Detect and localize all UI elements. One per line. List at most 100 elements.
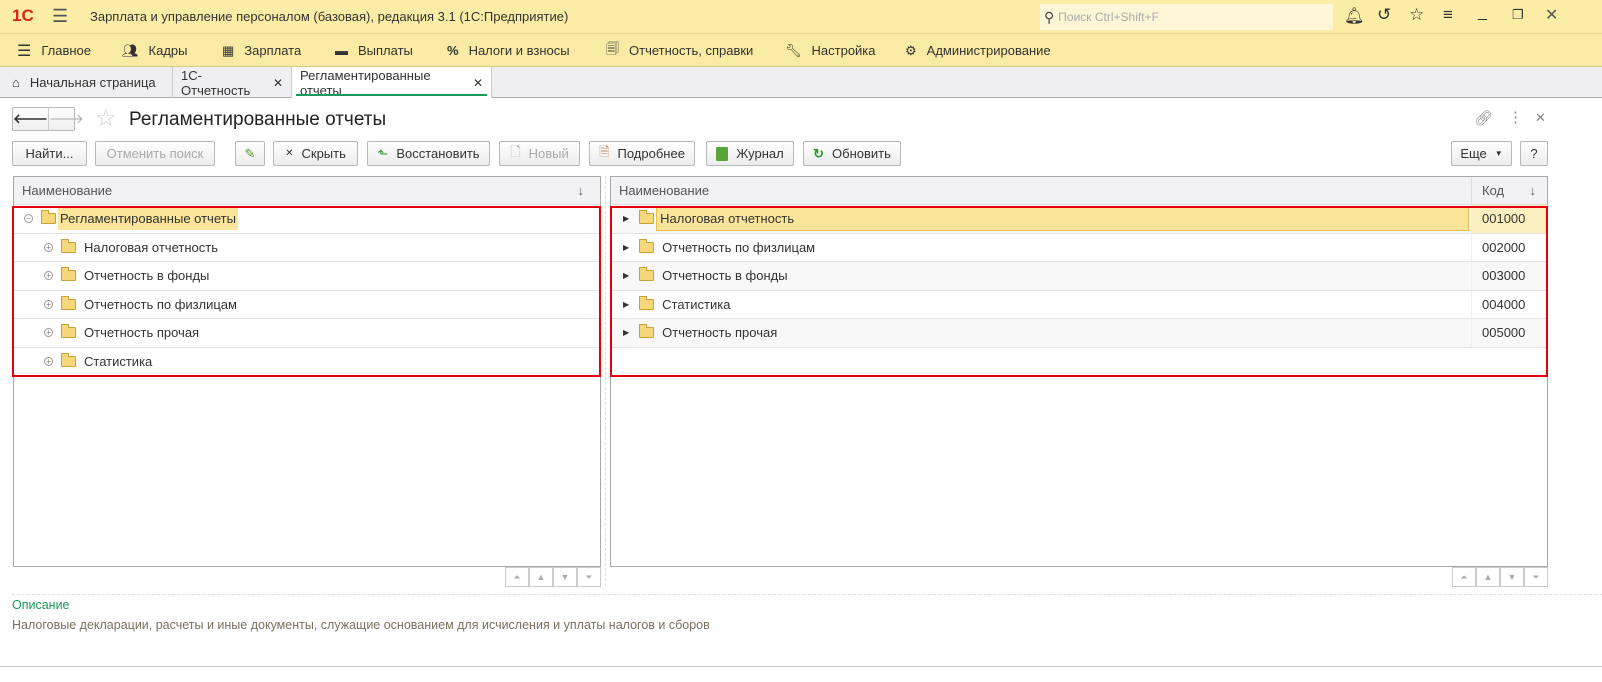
section-admin[interactable]: ⚙ Администрирование [905,34,1051,67]
edit-button[interactable]: ✎ [235,141,265,166]
sort-arrow-icon[interactable]: ↓ [578,183,585,198]
search-icon: ⚲ [1044,8,1055,25]
folder-icon [61,324,76,339]
list-row[interactable]: ▶ Налоговая отчетность 001000 [611,205,1548,234]
row-name: Налоговая отчетность [656,206,1470,232]
tab-1c-reporting[interactable]: 1С-Отчетность ✕ [173,67,292,98]
list-header: Наименование Код ↓ [611,177,1547,205]
bell-icon[interactable]: 🔔︎ [1344,6,1364,26]
close-tab-icon[interactable]: ✕ [473,76,483,90]
find-button[interactable]: Найти... [12,141,87,166]
list-row[interactable]: ▶ Отчетность по физлицам 002000 [611,233,1547,262]
expand-icon[interactable]: + [44,357,53,367]
close-window-icon[interactable]: ✕ [1545,5,1558,25]
expand-icon[interactable]: + [44,328,53,338]
x-icon: ✕ [285,148,294,159]
collapse-icon[interactable]: − [24,214,33,224]
tree-root[interactable]: − Регламентированные отчеты [14,205,600,234]
report-icon: 🗐︎ [606,40,619,56]
scroll-bottom-icon[interactable]: ⏷ [1524,567,1548,587]
cancel-search-button[interactable]: Отменить поиск [95,141,215,166]
gear-icon: ⚙ [905,42,917,58]
tree-item[interactable]: + Отчетность в фонды [14,262,600,291]
folder-icon [61,353,76,368]
description-text: Налоговые декларации, расчеты и иные док… [12,618,710,632]
restore-button[interactable]: ⬑ Восстановить [367,141,490,166]
new-button[interactable]: 🗋 Новый [499,141,580,166]
scroll-down-icon[interactable]: ▼ [1500,567,1524,587]
sort-arrow-icon: ↓ [1529,183,1537,198]
scroll-top-icon[interactable]: ⏶ [505,567,529,587]
tab-regulated-reports[interactable]: Регламентированные отчеты ✕ [292,67,492,98]
minimize-icon[interactable]: _ [1478,4,1487,22]
1c-logo: 1С [12,6,34,25]
tree-item[interactable]: + Отчетность прочая [14,319,600,348]
section-taxes[interactable]: % Налоги и взносы [447,34,570,67]
close-tab-icon[interactable]: ✕ [273,76,283,90]
row-code: 005000 [1471,319,1548,347]
tab-bar: ⌂ Начальная страница 1С-Отчетность ✕ Регла… [0,67,1602,98]
expand-icon[interactable]: + [44,242,53,252]
expand-triangle-icon[interactable]: ▶ [623,271,629,280]
expand-triangle-icon[interactable]: ▶ [623,243,629,252]
splitter[interactable] [605,176,606,586]
refresh-button[interactable]: ↻ Обновить [803,141,901,166]
section-salary[interactable]: ▦ Зарплата [222,34,301,67]
journal-icon [716,146,729,161]
home-icon: ⌂ [12,75,20,90]
scroll-up-icon[interactable]: ▲ [1476,567,1500,587]
hide-button[interactable]: ✕ Скрыть [273,141,358,166]
restore-window-icon[interactable]: ❐ [1512,7,1524,23]
expand-icon[interactable]: + [44,271,53,281]
link-icon[interactable]: 🔗︎ [1474,109,1493,127]
scroll-top-icon[interactable]: ⏶ [1452,567,1476,587]
details-button[interactable]: 🗎 Подробнее [589,141,695,166]
tree-header[interactable]: Наименование ↓ [14,177,600,205]
tab-home[interactable]: ⌂ Начальная страница [0,67,173,98]
expand-triangle-icon[interactable]: ▶ [623,300,629,309]
people-icon: 👥︎ [122,42,139,58]
more-button[interactable]: Еще ▼ [1451,141,1512,166]
scroll-up-icon[interactable]: ▲ [529,567,553,587]
list-row[interactable]: ▶ Статистика 004000 [611,290,1547,319]
list-row[interactable]: ▶ Отчетность в фонды 003000 [611,262,1547,291]
scroll-down-icon[interactable]: ▼ [553,567,577,587]
forward-arrow-icon[interactable]: 🡒 [49,108,84,130]
more-actions-icon[interactable]: ⋮ [1508,108,1523,126]
menu-icon: ☰ [17,42,32,60]
description-label: Описание [12,598,70,612]
tree-item[interactable]: + Отчетность по физлицам [14,291,600,319]
column-code-header[interactable]: Код ↓ [1471,177,1548,204]
journal-button[interactable]: Журнал [706,141,794,166]
expand-triangle-icon[interactable]: ▶ [623,214,629,223]
section-settings[interactable]: 🔧︎ Настройка [785,34,876,67]
page-title: Регламентированные отчеты [129,109,387,130]
expand-icon[interactable]: + [44,299,53,309]
scroll-bottom-icon[interactable]: ⏷ [577,567,601,587]
back-arrow-icon[interactable]: 🡐 [13,108,49,130]
list-row[interactable]: ▶ Отчетность прочая 005000 [611,319,1547,348]
column-name-header[interactable]: Наименование [619,183,709,198]
help-button[interactable]: ? [1520,141,1548,166]
star-icon[interactable]: ☆ [1409,5,1424,25]
settings-menu-icon[interactable]: ≡ [1443,5,1453,25]
tree-item[interactable]: + Статистика [14,348,600,377]
sections-bar: ☰ Главное 👥︎ Кадры ▦ Зарплата ▬ Выплаты % Нал… [0,34,1602,67]
history-icon[interactable]: ↺ [1377,5,1391,25]
section-main[interactable]: ☰ Главное [17,34,91,67]
folder-icon [639,210,655,225]
section-payments[interactable]: ▬ Выплаты [335,34,413,67]
section-reports[interactable]: 🗐︎ Отчетность, справки [606,34,753,67]
section-hr[interactable]: 👥︎ Кадры [122,34,187,67]
close-form-icon[interactable]: ✕ [1535,110,1546,126]
wallet-icon: ▬ [335,43,348,58]
expand-triangle-icon[interactable]: ▶ [623,328,629,337]
nav-buttons: 🡐 🡒 [12,107,84,131]
reports-list[interactable]: Наименование Код ↓ ▶ Налоговая отчетность 0… [610,176,1548,567]
divider [12,594,1602,595]
groups-tree[interactable]: Наименование ↓ − Регламентированные отчеты… [13,176,601,567]
tree-item[interactable]: + Налоговая отчетность [14,234,600,262]
main-menu-icon[interactable]: ☰ [52,6,68,27]
favorite-star-icon[interactable]: ☆ [95,104,117,133]
search-input[interactable]: ⚲ Поиск Ctrl+Shift+F [1040,4,1333,30]
